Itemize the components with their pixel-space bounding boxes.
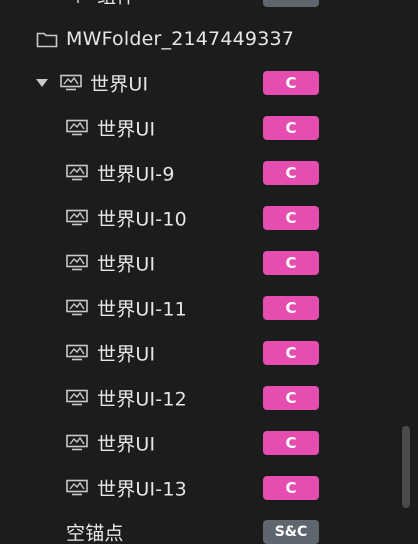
tree-row-label: 世界UI-11 <box>97 298 187 320</box>
ui-widget-icon <box>66 164 88 182</box>
ui-widget-icon <box>66 254 88 272</box>
ui-widget-icon <box>66 344 88 362</box>
type-badge: C <box>263 115 319 140</box>
tree-row-child[interactable]: 世界UI-12 C <box>0 375 400 420</box>
type-badge: C <box>263 385 319 410</box>
expand-caret-icon[interactable] <box>36 78 48 87</box>
type-badge: S&C <box>263 519 319 544</box>
folder-icon <box>36 30 58 48</box>
tree-row-label: 世界UI-12 <box>97 388 187 410</box>
ui-widget-icon <box>66 434 88 452</box>
ui-widget-icon <box>66 119 88 137</box>
ui-widget-icon <box>66 479 88 497</box>
type-badge: C <box>263 475 319 500</box>
object-tree-panel: 组件 MWFolder_2147449337 世界UI C 世界UIC世界UI-… <box>0 0 418 544</box>
ui-widget-icon <box>68 0 88 4</box>
tree-row-partial[interactable]: 组件 <box>0 0 400 17</box>
tree-row-label: 世界UI-9 <box>97 163 175 185</box>
ui-widget-icon <box>66 389 88 407</box>
tree-row-label: 世界UI <box>97 253 156 275</box>
tree-row-label: 世界UI <box>97 343 156 365</box>
tree-row-label: 空锚点 <box>66 522 124 544</box>
tree-row-child[interactable]: 世界UI C <box>0 330 400 375</box>
folder-label: MWFolder_2147449337 <box>66 27 295 50</box>
tree-row-label: 组件 <box>97 0 135 8</box>
type-badge: C <box>263 250 319 275</box>
tree-row-world-ui-parent[interactable]: 世界UI C <box>0 60 400 105</box>
tree-row-child[interactable]: 世界UI C <box>0 240 400 285</box>
type-badge <box>263 0 319 7</box>
tree-row-child[interactable]: 世界UI C <box>0 105 400 150</box>
tree-row-child[interactable]: 世界UI-10 C <box>0 195 400 240</box>
tree-row-folder[interactable]: MWFolder_2147449337 <box>0 16 400 61</box>
ui-widget-icon <box>66 209 88 227</box>
tree-row-child[interactable]: 世界UI-9 C <box>0 150 400 195</box>
tree-row-label: 世界UI-10 <box>97 208 187 230</box>
type-badge: C <box>263 205 319 230</box>
type-badge: C <box>263 160 319 185</box>
type-badge: C <box>263 70 319 95</box>
tree-row-empty-anchor[interactable]: 空锚点 S&C <box>0 509 400 544</box>
ui-widget-icon <box>66 299 88 317</box>
tree-row-child[interactable]: 世界UI-11 C <box>0 285 400 330</box>
type-badge: C <box>263 430 319 455</box>
tree-row-child[interactable]: 世界UI C <box>0 420 400 465</box>
scrollbar-thumb[interactable] <box>402 426 410 508</box>
tree-row-child[interactable]: 世界UI-13 C <box>0 465 400 510</box>
tree-row-label: 世界UI-13 <box>97 478 187 500</box>
ui-widget-icon <box>60 74 82 92</box>
tree-row-label: 世界UI <box>97 433 156 455</box>
type-badge: C <box>263 295 319 320</box>
tree-row-label: 世界UI <box>90 73 149 95</box>
type-badge: C <box>263 340 319 365</box>
tree-row-label: 世界UI <box>97 118 156 140</box>
